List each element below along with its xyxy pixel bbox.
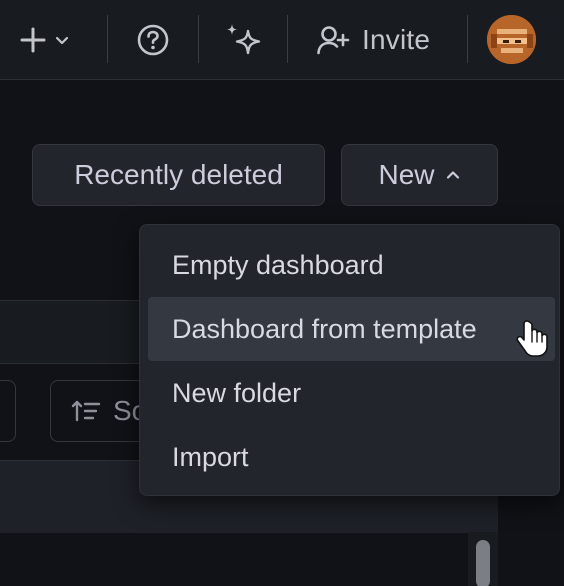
page: Invite Recently deleted New So Empty das… <box>0 0 564 586</box>
menu-item-new-folder[interactable]: New folder <box>148 361 555 425</box>
menu-item-label: Empty dashboard <box>172 249 384 280</box>
hand-pointer-icon <box>516 320 548 357</box>
new-label: New <box>378 159 435 190</box>
new-button[interactable]: New <box>341 144 498 206</box>
scrollbar-thumb[interactable] <box>476 540 490 586</box>
question-circle-icon <box>137 24 169 55</box>
add-new-button[interactable] <box>10 0 78 79</box>
help-button[interactable] <box>132 0 174 79</box>
menu-item-dashboard-from-template[interactable]: Dashboard from template <box>148 297 555 361</box>
new-dropdown-menu: Empty dashboard Dashboard from template … <box>139 224 560 496</box>
chevron-down-icon <box>55 36 69 44</box>
menu-item-empty-dashboard[interactable]: Empty dashboard <box>148 233 555 297</box>
plus-icon <box>20 27 46 52</box>
filter-box[interactable] <box>0 380 16 442</box>
menu-item-label: Import <box>172 441 249 472</box>
divider <box>107 15 108 63</box>
invite-label: Invite <box>362 23 431 55</box>
sort-ascending-icon <box>71 400 101 422</box>
recently-deleted-button[interactable]: Recently deleted <box>32 144 325 206</box>
divider <box>287 15 288 63</box>
top-bar: Invite <box>0 0 564 80</box>
sparkle-icon <box>227 23 261 54</box>
user-avatar[interactable] <box>487 15 536 64</box>
menu-item-label: Dashboard from template <box>172 313 477 344</box>
divider <box>467 15 468 63</box>
menu-item-import[interactable]: Import <box>148 425 555 489</box>
invite-button[interactable]: Invite <box>316 0 446 79</box>
avatar-image <box>487 15 536 64</box>
user-plus-icon <box>317 25 350 54</box>
divider <box>198 15 199 63</box>
chevron-up-icon <box>446 171 459 179</box>
menu-item-label: New folder <box>172 377 302 408</box>
recently-deleted-label: Recently deleted <box>74 159 283 190</box>
ai-assistant-button[interactable] <box>222 0 264 79</box>
